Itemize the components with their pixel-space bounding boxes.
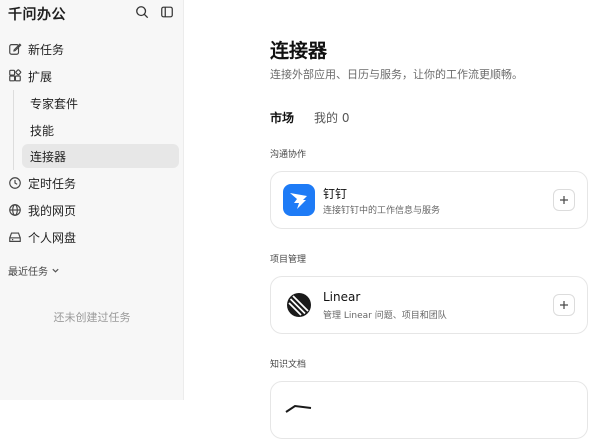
nav-scheduled-tasks[interactable]: 定时任务 <box>6 171 180 195</box>
dingtalk-logo-icon <box>283 184 315 216</box>
nav-label: 定时任务 <box>28 176 77 191</box>
app-brand: 千问办公 <box>8 7 66 23</box>
nav-skills[interactable]: 技能 <box>22 118 179 142</box>
recent-tasks-toggle[interactable]: 最近任务 <box>8 263 60 278</box>
nav-label: 新任务 <box>28 42 65 57</box>
plus-icon <box>560 301 568 309</box>
recent-tasks-label: 最近任务 <box>8 267 48 278</box>
chevron-down-icon <box>52 268 59 273</box>
connector-card-linear[interactable]: Linear 管理 Linear 问题、项目和团队 <box>270 276 588 334</box>
nav-expert-kits[interactable]: 专家套件 <box>22 91 179 115</box>
nav-label: 个人网盘 <box>28 230 77 245</box>
nav-label: 我的网页 <box>28 203 77 218</box>
sidebar-toggle-icon[interactable] <box>160 5 174 19</box>
search-icon[interactable] <box>135 5 149 19</box>
main-panel: 连接器 连接外部应用、日历与服务，让你的工作流更顺畅。 市场 我的 0 沟通协作… <box>184 0 600 439</box>
page-subtitle: 连接外部应用、日历与服务，让你的工作流更顺畅。 <box>270 68 523 81</box>
connector-logo-icon <box>285 404 312 413</box>
section-heading: 沟通协作 <box>270 150 307 160</box>
section-heading: 项目管理 <box>270 255 307 265</box>
nav-extensions[interactable]: 扩展 <box>6 64 180 88</box>
add-connector-button[interactable] <box>553 189 575 211</box>
connector-name: Linear <box>323 290 361 304</box>
connector-description: 连接钉钉中的工作信息与服务 <box>323 206 441 216</box>
connector-description: 管理 Linear 问题、项目和团队 <box>323 311 447 321</box>
section-heading: 知识文档 <box>270 360 307 370</box>
nav-new-task[interactable]: 新任务 <box>6 37 180 61</box>
nav-personal-drive[interactable]: 个人网盘 <box>6 225 180 249</box>
clock-icon <box>9 177 21 189</box>
tab-mine[interactable]: 我的 0 <box>314 109 349 126</box>
nav-label: 专家套件 <box>30 96 79 111</box>
plus-icon <box>560 196 568 204</box>
nav-label: 扩展 <box>28 69 53 84</box>
nav-label: 连接器 <box>30 149 67 164</box>
drive-icon <box>9 232 21 242</box>
extensions-icon <box>9 69 22 82</box>
nav-label: 技能 <box>30 123 55 138</box>
sidebar: 千问办公 新任务 扩展 专家套件 技能 连接器 定时任务 我的网页 个人网盘 最… <box>0 0 184 400</box>
page-title: 连接器 <box>270 40 328 62</box>
empty-tasks-message: 还未创建过任务 <box>53 311 131 324</box>
connector-card-dingtalk[interactable]: 钉钉 连接钉钉中的工作信息与服务 <box>270 171 588 229</box>
nav-my-webpages[interactable]: 我的网页 <box>6 198 180 222</box>
tab-market[interactable]: 市场 <box>270 109 294 126</box>
add-connector-button[interactable] <box>553 294 575 316</box>
connector-card-partial[interactable] <box>270 381 588 439</box>
globe-icon <box>9 204 21 216</box>
nav-connectors[interactable]: 连接器 <box>22 144 179 168</box>
linear-logo-icon <box>287 293 311 317</box>
connector-name: 钉钉 <box>323 187 348 201</box>
tree-guide-line <box>13 90 14 170</box>
edit-icon <box>9 43 22 55</box>
